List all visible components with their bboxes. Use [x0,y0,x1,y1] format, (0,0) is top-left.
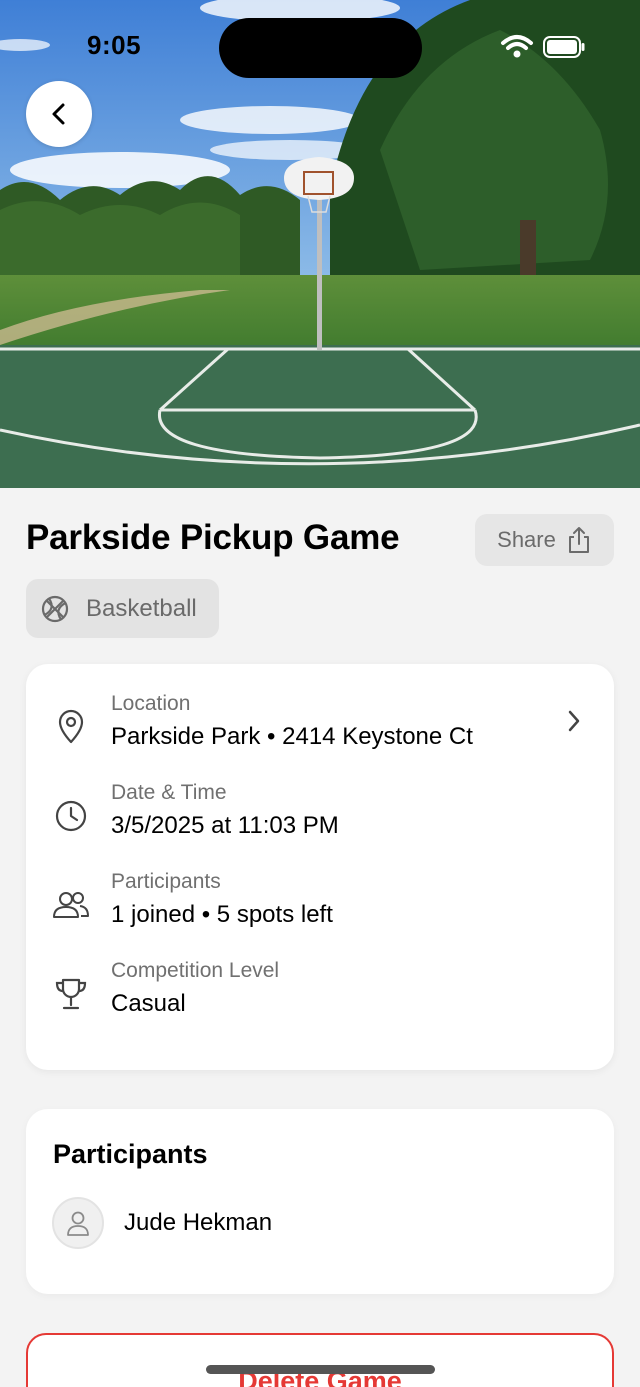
share-icon [568,527,589,553]
participants-value: 1 joined • 5 spots left [111,901,333,928]
participants-title: Participants [53,1139,208,1169]
datetime-label: Date & Time [111,781,227,804]
location-value: Parkside Park • 2414 Keystone Ct [111,723,473,750]
status-time: 9:05 [87,30,142,60]
details-card: Location Parkside Park • 2414 Keystone C… [26,664,614,1070]
wifi-icon [501,35,533,58]
share-button[interactable]: Share [475,514,614,566]
sport-chip: Basketball [26,579,219,638]
competition-label: Competition Level [111,959,280,982]
back-button[interactable] [26,81,92,147]
person-icon [67,1211,89,1236]
competition-value: Casual [111,990,186,1017]
participants-label: Participants [111,870,221,893]
status-bar: 9:05 [0,0,640,95]
basketball-icon [41,595,69,622]
location-label: Location [111,692,191,715]
participant-item[interactable]: Jude Hekman [52,1196,272,1250]
dynamic-island [219,18,422,78]
location-pin-icon [52,708,90,746]
clock-icon [52,797,90,835]
home-indicator [206,1365,435,1374]
datetime-value: 3/5/2025 at 11:03 PM [111,812,339,839]
chevron-left-icon [52,103,65,125]
participant-name: Jude Hekman [124,1209,273,1236]
share-label: Share [497,527,556,552]
battery-icon [543,36,585,58]
competition-row: Competition Level Casual [26,959,614,1039]
avatar [52,1197,104,1249]
chevron-right-icon [568,710,580,732]
people-icon [52,886,90,924]
delete-game-button[interactable]: Delete Game [26,1333,614,1387]
game-title: Parkside Pickup Game [26,518,400,557]
location-row[interactable]: Location Parkside Park • 2414 Keystone C… [26,692,614,772]
datetime-row: Date & Time 3/5/2025 at 11:03 PM [26,781,614,861]
sport-label: Basketball [86,594,197,622]
participants-row: Participants 1 joined • 5 spots left [26,870,614,950]
trophy-icon [52,975,90,1013]
participants-card: Participants Jude Hekman [26,1109,614,1294]
